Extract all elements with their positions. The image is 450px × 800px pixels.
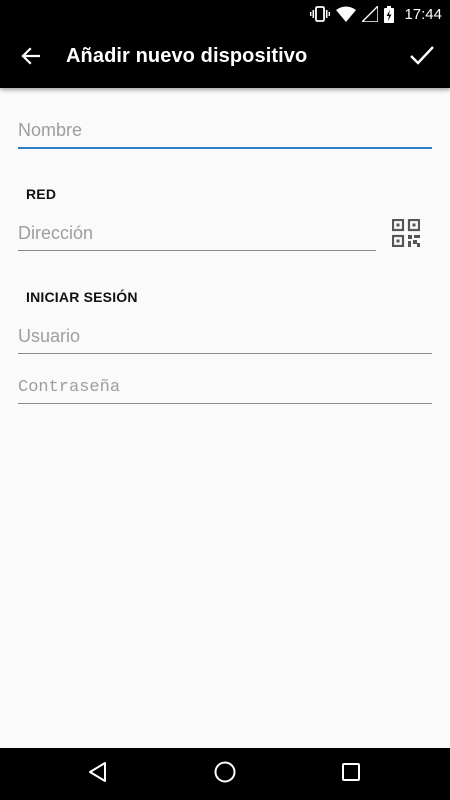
user-input[interactable] (18, 326, 432, 353)
signal-icon (362, 6, 379, 22)
battery-charging-icon (384, 5, 395, 23)
password-field[interactable] (18, 378, 432, 404)
scan-qr-button[interactable] (391, 218, 422, 251)
back-triangle-icon (87, 761, 109, 788)
password-underline (18, 403, 432, 404)
name-underline (18, 147, 432, 149)
address-field[interactable] (18, 223, 376, 251)
page-title: Añadir nuevo dispositivo (66, 45, 308, 67)
user-underline (18, 353, 432, 354)
navigation-bar (0, 748, 450, 800)
arrow-left-icon (20, 46, 41, 71)
address-underline (18, 250, 376, 251)
login-section-label: INICIAR SESIÓN (26, 289, 138, 305)
status-time: 17:44 (404, 5, 442, 23)
wifi-icon (336, 6, 357, 22)
nav-back-button[interactable] (84, 760, 112, 788)
user-field[interactable] (18, 326, 432, 354)
name-input[interactable] (18, 120, 432, 147)
qr-code-icon (391, 218, 421, 251)
status-icons: 17:44 (310, 0, 442, 28)
nav-home-button[interactable] (211, 760, 239, 788)
home-circle-icon (213, 760, 237, 789)
save-button[interactable] (404, 40, 440, 76)
password-input[interactable] (18, 378, 432, 403)
back-button[interactable] (12, 40, 48, 76)
nav-recents-button[interactable] (337, 760, 365, 788)
name-field[interactable] (18, 120, 432, 149)
recents-square-icon (341, 762, 361, 787)
vibrate-icon (310, 6, 331, 22)
network-section-label: RED (26, 186, 57, 202)
check-icon (409, 45, 435, 72)
status-bar: 17:44 (0, 0, 450, 28)
address-input[interactable] (18, 223, 376, 250)
app-bar: Añadir nuevo dispositivo (0, 28, 450, 88)
